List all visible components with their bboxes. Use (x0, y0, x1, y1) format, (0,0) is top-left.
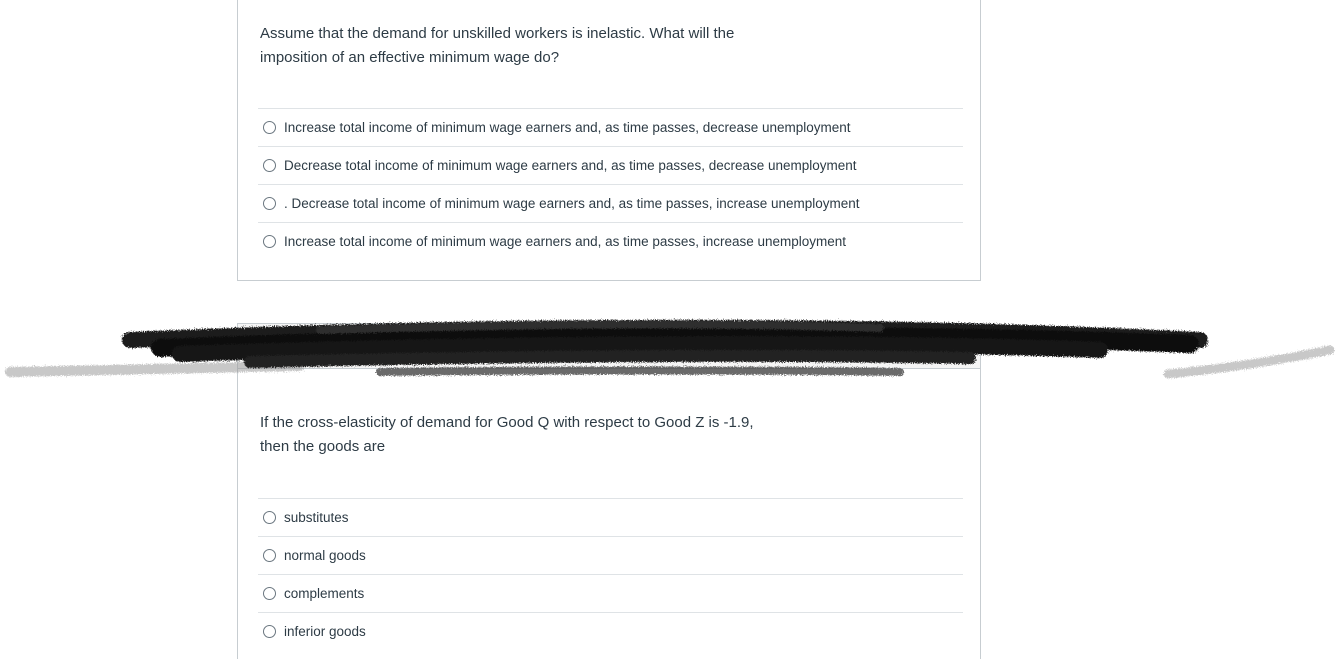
radio-button-icon[interactable] (263, 587, 276, 600)
answer-list: substitutes normal goods complements inf… (258, 498, 963, 650)
answer-label: Decrease total income of minimum wage ea… (284, 158, 857, 173)
answer-option[interactable]: Increase total income of minimum wage ea… (258, 222, 963, 260)
radio-button-icon[interactable] (263, 625, 276, 638)
radio-button-icon[interactable] (263, 197, 276, 210)
radio-button-icon[interactable] (263, 121, 276, 134)
question-card-2: If the cross-elasticity of demand for Go… (237, 323, 981, 659)
question-header (238, 324, 980, 369)
answer-label: inferior goods (284, 624, 366, 639)
radio-button-icon[interactable] (263, 549, 276, 562)
answer-option[interactable]: . Decrease total income of minimum wage … (258, 184, 963, 222)
answer-label: . Decrease total income of minimum wage … (284, 196, 860, 211)
radio-button-icon[interactable] (263, 159, 276, 172)
quiz-page: Assume that the demand for unskilled wor… (0, 0, 1341, 659)
answer-option[interactable]: substitutes (258, 498, 963, 536)
answer-list: Increase total income of minimum wage ea… (258, 108, 963, 260)
radio-button-icon[interactable] (263, 511, 276, 524)
answer-label: normal goods (284, 548, 366, 563)
answer-option[interactable]: Decrease total income of minimum wage ea… (258, 146, 963, 184)
question-card-1: Assume that the demand for unskilled wor… (237, 0, 981, 281)
answer-label: complements (284, 586, 365, 601)
question-text: Assume that the demand for unskilled wor… (260, 25, 735, 66)
answer-label: Increase total income of minimum wage ea… (284, 234, 847, 249)
answer-label: Increase total income of minimum wage ea… (284, 120, 851, 135)
answer-option[interactable]: complements (258, 574, 963, 612)
answer-option[interactable]: inferior goods (258, 612, 963, 650)
answer-label: substitutes (284, 510, 349, 525)
question-text: If the cross-elasticity of demand for Go… (260, 414, 754, 455)
radio-button-icon[interactable] (263, 235, 276, 248)
answer-option[interactable]: Increase total income of minimum wage ea… (258, 108, 963, 146)
answer-option[interactable]: normal goods (258, 536, 963, 574)
